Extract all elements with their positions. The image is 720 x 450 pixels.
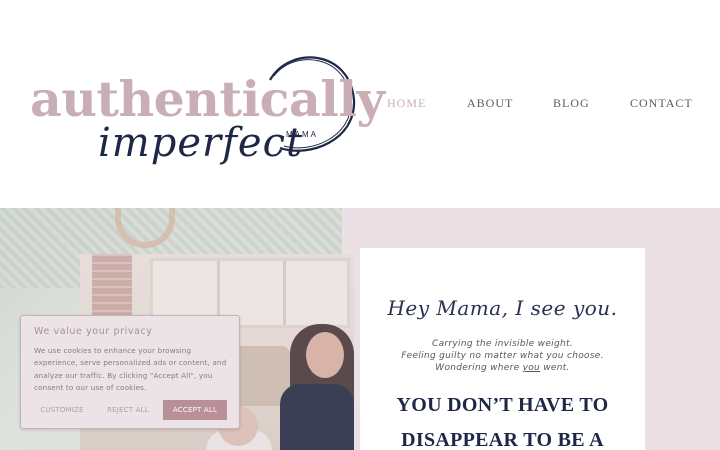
intro-line-3-prefix: Wondering where	[435, 363, 523, 373]
intro-lines: Carrying the invisible weight. Feeling g…	[360, 338, 645, 374]
mother-body-graphic	[280, 384, 354, 450]
greeting-heading: Hey Mama, I see you.	[387, 296, 618, 320]
hero-headline: YOU DON’T HAVE TO DISAPPEAR TO BE A	[360, 388, 645, 450]
cookie-consent-banner: We value your privacy We use cookies to …	[20, 315, 240, 429]
nav-about[interactable]: ABOUT	[467, 96, 513, 111]
cookie-body: We use cookies to enhance your browsing …	[34, 346, 227, 392]
hero-headline-line-1: YOU DON’T HAVE TO	[396, 394, 609, 416]
nav-home[interactable]: HOME	[387, 96, 426, 111]
site-header: authentically imperfect MAMA HOME ABOUT …	[0, 0, 720, 208]
intro-line-2: Feeling guilty no matter what you choose…	[401, 351, 604, 361]
logo-script-text: imperfect	[98, 120, 304, 166]
intro-card: Hey Mama, I see you. Carrying the invisi…	[360, 248, 645, 450]
window-bar	[283, 261, 286, 325]
cookie-title: We value your privacy	[34, 326, 153, 337]
nav-contact[interactable]: CONTACT	[630, 96, 693, 111]
intro-line-1: Carrying the invisible weight.	[432, 339, 573, 349]
site-logo[interactable]: authentically imperfect MAMA	[30, 50, 385, 185]
main-nav: HOME ABOUT BLOG CONTACT	[0, 96, 720, 112]
nav-blog[interactable]: BLOG	[553, 96, 590, 111]
intro-line-3: Wondering where you went.	[360, 362, 645, 374]
mother-face-graphic	[306, 332, 344, 378]
hero-headline-line-2: DISAPPEAR TO BE A	[401, 429, 604, 450]
cookie-accept-all-button[interactable]: ACCEPT ALL	[163, 400, 227, 420]
logo-tagline: MAMA	[286, 130, 318, 139]
cookie-customize-button[interactable]: CUSTOMIZE	[31, 400, 93, 420]
intro-line-3-emphasis: you	[522, 363, 541, 373]
cookie-reject-all-button[interactable]: REJECT ALL	[101, 400, 155, 420]
intro-line-3-suffix: went.	[540, 363, 570, 373]
